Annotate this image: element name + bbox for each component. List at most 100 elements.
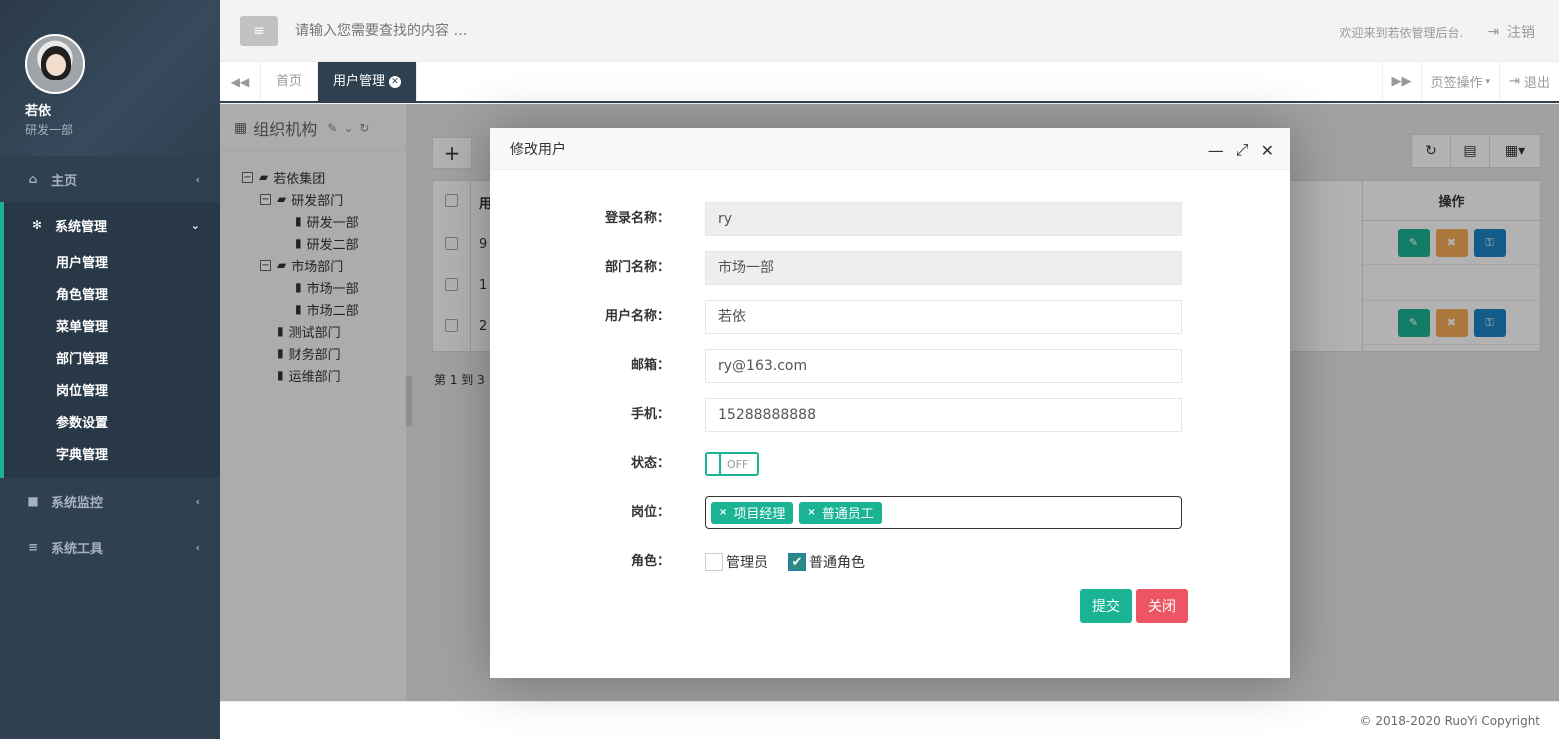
form-row-email: 邮箱： ry@163.com xyxy=(490,349,1290,398)
sidebar: 若依 研发一部 ⌂ 主页 ‹ ✻ 系统管理 ⌄ 用户管理 角色管理 菜单管理 部… xyxy=(0,0,220,739)
close-icon[interactable]: ✕ xyxy=(389,75,402,88)
minimize-icon[interactable]: — xyxy=(1208,141,1224,160)
caret-down-icon: ▾ xyxy=(1485,76,1491,87)
bars-icon: ≡ xyxy=(253,22,265,39)
modal-header: 修改用户 — ⤢ ✕ xyxy=(490,128,1290,170)
avatar[interactable] xyxy=(25,34,85,94)
check-icon: ✔ xyxy=(791,554,803,570)
phone-label: 手机： xyxy=(630,407,670,422)
tab-label: 用户管理 xyxy=(333,74,386,89)
status-toggle[interactable]: OFF xyxy=(705,452,759,476)
edit-user-modal: 修改用户 — ⤢ ✕ 登录名称： ry 部门名称： 市场一部 用户名称： 若依 … xyxy=(490,128,1290,678)
close-button[interactable]: 关闭 xyxy=(1136,589,1188,623)
dept-name-field[interactable]: 市场一部 xyxy=(705,251,1182,285)
nav-label: 主页 xyxy=(51,173,78,189)
top-right: 欢迎来到若依管理后台. ⇥ 注销 xyxy=(1339,22,1535,42)
sidebar-nav: ⌂ 主页 ‹ ✻ 系统管理 ⌄ 用户管理 角色管理 菜单管理 部门管理 岗位管理… xyxy=(0,156,220,570)
subnav-item-menu[interactable]: 菜单管理 xyxy=(4,312,220,344)
edit-user-form: 登录名称： ry 部门名称： 市场一部 用户名称： 若依 邮箱： ry@163.… xyxy=(490,170,1290,594)
post-tag: × 项目经理 xyxy=(711,501,794,524)
tab-user-mgmt[interactable]: 用户管理 ✕ xyxy=(318,62,418,101)
top-search-input[interactable] xyxy=(295,22,695,39)
nav-item-home[interactable]: ⌂ 主页 ‹ xyxy=(0,156,220,202)
remove-tag-icon[interactable]: × xyxy=(807,507,815,518)
tab-exit-button[interactable]: ⇥ 退出 xyxy=(1499,62,1559,101)
login-name-label: 登录名称： xyxy=(604,211,670,226)
role-label: 角色： xyxy=(630,554,670,569)
tab-scroll-left-button[interactable]: ◀◀ xyxy=(220,62,261,101)
menu-toggle-button[interactable]: ≡ xyxy=(240,15,278,46)
sign-out-icon: ⇥ xyxy=(1509,74,1520,89)
tab-ops-dropdown[interactable]: 页签操作 ▾ xyxy=(1420,62,1500,101)
form-row-status: 状态： OFF xyxy=(490,447,1290,496)
username-label: 用户名称： xyxy=(604,309,670,324)
gear-icon: ✻ xyxy=(31,218,43,232)
maximize-icon[interactable]: ⤢ xyxy=(1236,140,1249,160)
nav-item-tools[interactable]: ≡ 系统工具 ‹ xyxy=(0,524,220,570)
chevron-down-icon: ⌄ xyxy=(190,218,200,232)
tab-scroll-right-button[interactable]: ▶▶ xyxy=(1381,62,1421,101)
modal-title: 修改用户 xyxy=(510,141,566,158)
role-option-common[interactable]: ✔ 普通角色 xyxy=(788,552,865,572)
subnav-item-config[interactable]: 参数设置 xyxy=(4,408,220,440)
video-icon: ■ xyxy=(27,494,39,508)
bars-icon: ≡ xyxy=(27,540,39,554)
role-label-text: 管理员 xyxy=(726,555,768,571)
close-icon[interactable]: ✕ xyxy=(1261,141,1274,160)
remove-tag-icon[interactable]: × xyxy=(719,507,727,518)
post-label: 岗位： xyxy=(630,505,670,520)
form-row-role: 角色： 管理员 ✔ 普通角色 xyxy=(490,545,1290,594)
status-label: 状态： xyxy=(630,456,670,471)
email-field[interactable]: ry@163.com xyxy=(705,349,1182,383)
nav-item-monitor[interactable]: ■ 系统监控 ‹ xyxy=(0,478,220,524)
tabbar: ◀◀ 首页 用户管理 ✕ ▶▶ 页签操作 ▾ ⇥ 退出 xyxy=(220,62,1559,103)
modal-controls: — ⤢ ✕ xyxy=(1208,140,1274,160)
subnav-item-dict[interactable]: 字典管理 xyxy=(4,440,220,472)
nav-item-system[interactable]: ✻ 系统管理 ⌄ xyxy=(0,202,220,248)
home-icon: ⌂ xyxy=(28,172,38,186)
email-label: 邮箱： xyxy=(630,358,670,373)
form-row-login: 登录名称： ry xyxy=(490,202,1290,251)
subnav-item-role[interactable]: 角色管理 xyxy=(4,280,220,312)
form-row-username: 用户名称： 若依 xyxy=(490,300,1290,349)
login-name-field: ry xyxy=(705,202,1182,236)
toggle-knob xyxy=(707,454,721,474)
form-row-phone: 手机： 15288888888 xyxy=(490,398,1290,447)
tab-right-group: ▶▶ 页签操作 ▾ ⇥ 退出 xyxy=(1381,62,1559,101)
nav-label: 系统工具 xyxy=(51,541,104,557)
topbar: ≡ 欢迎来到若依管理后台. ⇥ 注销 xyxy=(220,0,1559,62)
role-label-text: 普通角色 xyxy=(809,555,865,571)
subnav-item-post[interactable]: 岗位管理 xyxy=(4,376,220,408)
app-root: 若依 研发一部 ⌂ 主页 ‹ ✻ 系统管理 ⌄ 用户管理 角色管理 菜单管理 部… xyxy=(0,0,1559,739)
chevron-left-icon: ‹ xyxy=(195,540,200,554)
subnav-item-dept[interactable]: 部门管理 xyxy=(4,344,220,376)
subnav-system: 用户管理 角色管理 菜单管理 部门管理 岗位管理 参数设置 字典管理 xyxy=(0,248,220,478)
copyright-text: © 2018-2020 RuoYi Copyright xyxy=(1359,713,1540,728)
username-field[interactable]: 若依 xyxy=(705,300,1182,334)
form-row-post: 岗位： × 项目经理 × 普通员工 xyxy=(490,496,1290,545)
chevron-left-icon: ‹ xyxy=(195,172,200,186)
subnav-item-user[interactable]: 用户管理 xyxy=(4,248,220,280)
post-tag-label: 普通员工 xyxy=(821,507,874,522)
logout-button[interactable]: ⇥ 注销 xyxy=(1487,22,1535,42)
post-tag: × 普通员工 xyxy=(799,501,882,524)
double-chevron-left-icon: ◀◀ xyxy=(230,74,250,89)
tab-home[interactable]: 首页 xyxy=(261,62,319,101)
dept-name-label: 部门名称： xyxy=(604,260,670,275)
welcome-text: 欢迎来到若依管理后台. xyxy=(1339,25,1464,40)
role-option-admin[interactable]: 管理员 xyxy=(705,552,768,572)
role-checkbox[interactable]: ✔ xyxy=(788,553,806,571)
modal-actions: 提交 关闭 xyxy=(1080,589,1188,623)
form-row-dept: 部门名称： 市场一部 xyxy=(490,251,1290,300)
role-options: 管理员 ✔ 普通角色 xyxy=(705,545,865,579)
post-select[interactable]: × 项目经理 × 普通员工 xyxy=(705,496,1182,529)
exit-label: 退出 xyxy=(1523,76,1550,91)
profile-block: 若依 研发一部 xyxy=(0,0,220,156)
nav-label: 系统管理 xyxy=(55,219,108,235)
post-tag-label: 项目经理 xyxy=(733,507,786,522)
profile-dept[interactable]: 研发一部 xyxy=(25,121,220,138)
sign-out-icon: ⇥ xyxy=(1487,24,1499,40)
submit-button[interactable]: 提交 xyxy=(1080,589,1132,623)
role-checkbox[interactable] xyxy=(705,553,723,571)
phone-field[interactable]: 15288888888 xyxy=(705,398,1182,432)
